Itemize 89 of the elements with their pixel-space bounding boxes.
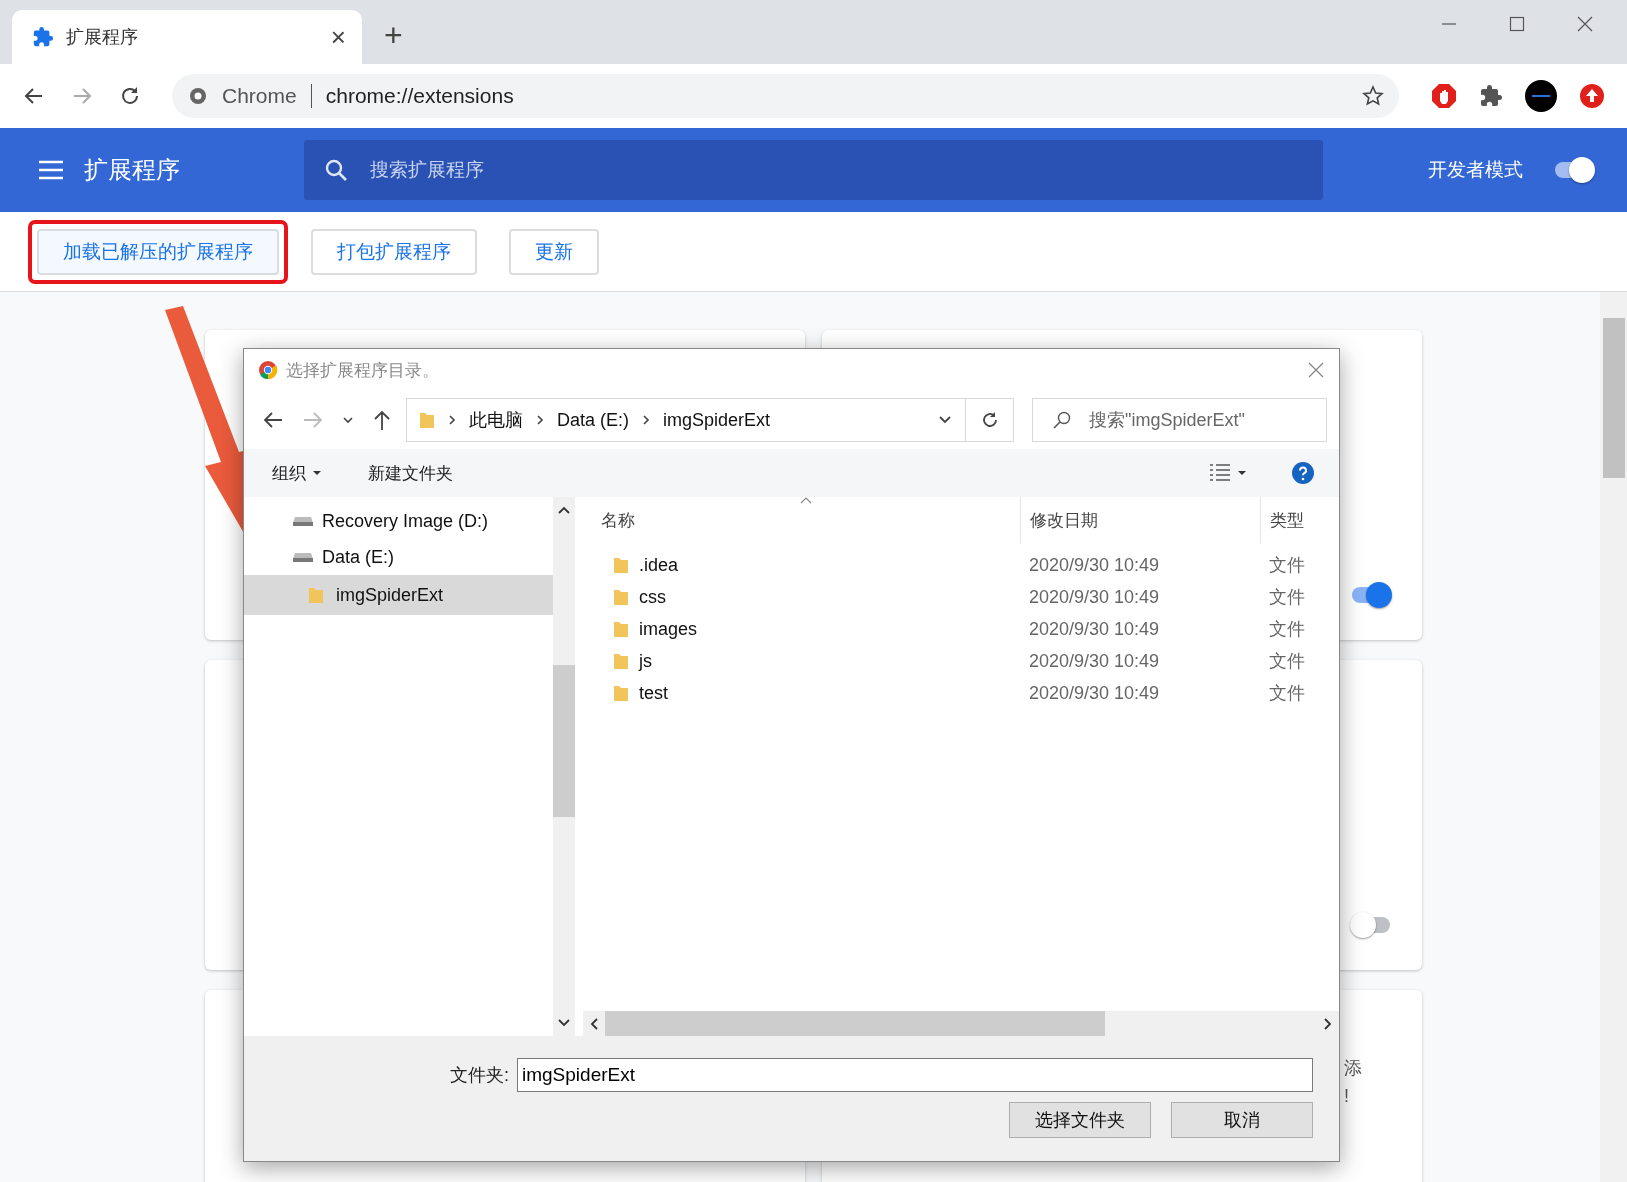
tree-item[interactable]: Data (E:) [244,539,553,575]
tree-scrollbar[interactable] [553,497,575,1036]
search-icon [1052,410,1072,430]
folder-search-field[interactable]: 搜索"imgSpiderExt" [1032,398,1327,442]
dialog-button[interactable]: 选择文件夹 [1009,1102,1151,1138]
file-type: 文件 [1268,618,1306,641]
help-icon[interactable] [1291,461,1315,485]
file-name[interactable]: test [639,682,668,704]
sort-icon [800,497,812,504]
column-header[interactable]: 类型 [1260,497,1320,543]
scroll-down-icon[interactable] [557,1018,571,1028]
chevron-icon [447,414,457,426]
refresh-button[interactable] [966,398,1014,442]
new-folder-button[interactable]: 新建文件夹 [368,461,453,485]
chevron-icon [641,414,652,426]
path-bar[interactable]: 此电脑 Data (E:) imgSpiderExt [406,398,966,442]
upload-icon[interactable] [1579,83,1605,109]
file-type: 文件 [1268,682,1306,705]
stop-hand-icon[interactable] [1431,83,1457,109]
view-list-icon[interactable] [1209,463,1231,483]
card-text: 添 [1344,1057,1362,1080]
dialog-button[interactable]: 取消 [1171,1102,1313,1138]
dialog-title: 选择扩展程序目录。 [286,359,440,382]
tree-item[interactable]: imgSpiderExt [244,575,553,615]
menu-icon[interactable] [38,159,64,181]
file-name[interactable]: css [639,586,666,608]
puzzle-icon [32,26,54,48]
column-header[interactable]: 名称 [583,497,1020,543]
file-date: 2020/9/30 10:49 [1028,650,1161,672]
drive-icon [292,515,314,527]
action-button[interactable]: 加载已解压的扩展程序 [37,228,279,275]
folder-icon [613,620,629,638]
star-icon[interactable] [1361,84,1385,108]
folder-icon [613,588,629,606]
horizontal-scrollbar[interactable] [583,1011,1339,1036]
address-bar[interactable]: Chrome chrome://extensions [172,74,1399,118]
site-name: Chrome [222,84,297,108]
caret-icon[interactable] [312,469,322,477]
url-text: chrome://extensions [325,84,515,108]
action-button[interactable]: 更新 [509,228,599,275]
close-icon[interactable] [1577,16,1593,32]
file-name[interactable]: js [639,650,652,672]
file-date: 2020/9/30 10:49 [1028,618,1161,640]
chrome-logo-icon [258,360,278,380]
page-scrollbar[interactable] [1600,292,1627,1182]
path-segment[interactable]: imgSpiderExt [663,409,771,431]
tab-title: 扩展程序 [66,26,139,49]
folder-name-field[interactable]: imgSpiderExt [517,1058,1313,1092]
round-logo-icon[interactable] [1525,80,1557,112]
scroll-left-icon[interactable] [589,1016,599,1031]
column-header[interactable]: 修改日期 [1020,497,1260,543]
path-segment[interactable]: Data (E:) [557,409,630,431]
search-icon [324,158,348,182]
action-button[interactable]: 打包扩展程序 [311,228,477,275]
site-icon [188,86,208,106]
new-tab-button[interactable]: + [384,17,403,54]
browser-tab[interactable]: 扩展程序 × [12,10,362,64]
folder-icon [613,652,629,670]
file-type: 文件 [1268,586,1306,609]
organize-menu[interactable]: 组织 [272,461,306,485]
file-date: 2020/9/30 10:49 [1028,682,1161,704]
folder-label: 文件夹: [450,1064,509,1087]
up-icon[interactable] [372,409,392,431]
search-field[interactable]: 搜索扩展程序 [304,140,1323,200]
folder-icon [613,684,629,702]
file-date: 2020/9/30 10:49 [1028,586,1161,608]
developer-mode-label: 开发者模式 [1428,158,1523,182]
maximize-icon[interactable] [1509,16,1525,32]
scroll-up-icon[interactable] [557,505,571,515]
page-title: 扩展程序 [84,155,181,185]
recent-dropdown-icon[interactable] [342,414,354,426]
scroll-right-icon[interactable] [1323,1016,1333,1031]
folder-icon [613,556,629,574]
path-segment[interactable]: 此电脑 [469,408,523,432]
tree-item[interactable]: Recovery Image (D:) [244,503,553,539]
folder-icon [419,411,435,429]
close-icon[interactable] [1307,361,1325,379]
file-name[interactable]: images [639,618,698,640]
tab-close-button[interactable]: × [330,21,346,53]
folder-icon [308,586,324,604]
caret-icon[interactable] [1237,469,1247,477]
chevron-icon [535,414,545,426]
puzzle-icon[interactable] [1479,84,1503,108]
card-text: ! [1344,1086,1350,1107]
file-name[interactable]: .idea [639,554,679,576]
file-date: 2020/9/30 10:49 [1028,554,1161,576]
file-type: 文件 [1268,650,1306,673]
drive-icon [292,551,314,563]
file-type: 文件 [1268,554,1306,577]
